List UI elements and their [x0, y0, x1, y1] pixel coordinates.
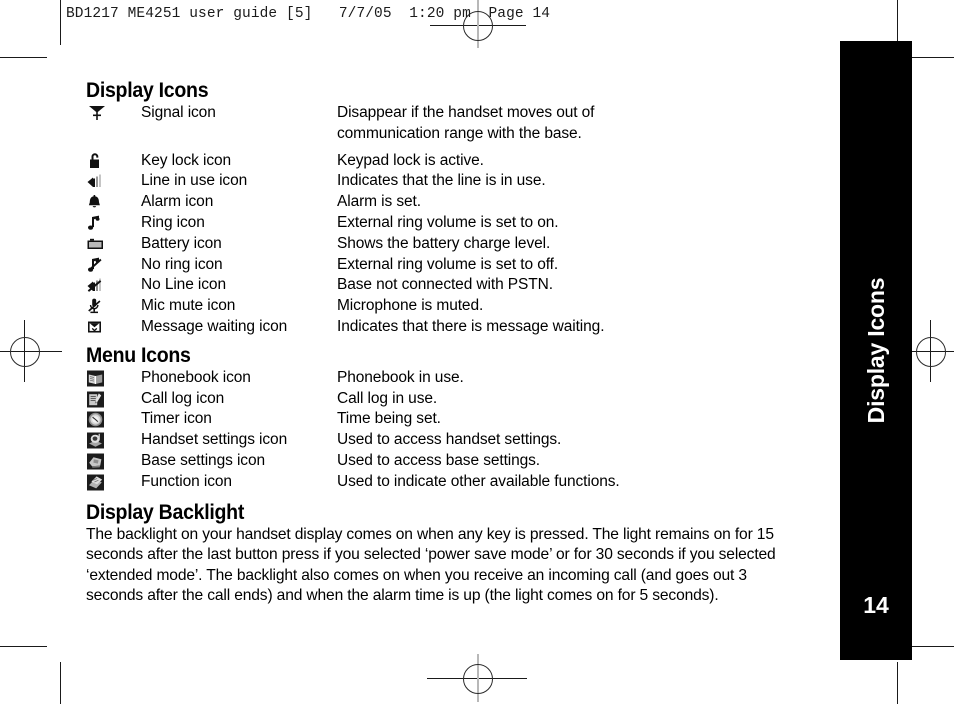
chapter-tab-title: Display Icons — [862, 277, 889, 424]
icon-name: Phonebook icon — [141, 368, 251, 386]
battery-icon — [86, 235, 112, 254]
chapter-tab: Display Icons 14 — [840, 41, 912, 660]
icon-desc: Disappear if the handset moves out of com… — [337, 104, 595, 142]
icon-desc: Indicates that the line is in use. — [337, 172, 546, 190]
crop-mark-top-right-horizontal — [905, 57, 954, 58]
icon-desc: Indicates that there is message waiting. — [337, 317, 605, 335]
ring-icon — [86, 214, 112, 233]
table-row: No ring icon External ring volume is set… — [86, 255, 816, 276]
icon-desc: External ring volume is set to off. — [337, 255, 559, 273]
mic-mute-icon — [86, 297, 112, 316]
icon-name: Function icon — [141, 472, 232, 490]
heading-display-icons: Display Icons — [86, 79, 209, 102]
icon-name: Ring icon — [141, 213, 205, 231]
registration-mark-bottom — [463, 664, 493, 694]
message-waiting-icon — [86, 318, 112, 337]
icon-desc: Call log in use. — [337, 389, 438, 407]
table-row: Base settings icon Used to access base s… — [86, 451, 816, 472]
base-settings-icon — [86, 452, 112, 471]
heading-menu-icons: Menu Icons — [86, 343, 191, 367]
call-log-icon — [86, 390, 112, 409]
crop-mark-top-left-horizontal — [0, 57, 47, 58]
registration-mark-right — [916, 337, 946, 367]
icon-name: Battery icon — [141, 234, 222, 252]
icon-desc: Used to access base settings. — [337, 451, 541, 469]
display-icons-table: Signal icon Disappear if the handset mov… — [86, 103, 816, 338]
icon-name: Line in use icon — [141, 172, 248, 190]
table-row: Call log icon Call log in use. — [86, 389, 816, 410]
table-row: Phonebook icon Phonebook in use. — [86, 368, 816, 389]
key-lock-icon — [86, 152, 112, 171]
page-content: Display Icons Signal icon Disappear if t… — [86, 80, 816, 607]
table-row: No Line icon Base not connected with PST… — [86, 275, 816, 296]
table-row: Battery icon Shows the battery charge le… — [86, 234, 816, 255]
crop-mark-bottom-right-vertical — [897, 662, 898, 704]
icon-desc: Used to access handset settings. — [337, 431, 562, 449]
manual-page: BD1217 ME4251 user guide [5] 7/7/05 1:20… — [0, 0, 954, 704]
icon-desc: Phonebook in use. — [337, 368, 464, 386]
icon-desc: Microphone is muted. — [337, 297, 484, 315]
icon-name: Mic mute icon — [141, 297, 236, 315]
backlight-body-text: The backlight on your handset display co… — [86, 525, 776, 605]
no-ring-icon — [86, 256, 112, 275]
signal-icon — [86, 104, 112, 123]
table-row: Mic mute icon Microphone is muted. — [86, 296, 816, 317]
icon-name: Call log icon — [141, 389, 225, 407]
crop-mark-top-right-vertical — [897, 0, 898, 45]
icon-desc: Used to indicate other available functio… — [337, 472, 620, 490]
table-row: Timer icon Time being set. — [86, 409, 816, 430]
icon-desc: Shows the battery charge level. — [337, 234, 551, 252]
crop-mark-bottom-left-vertical — [60, 662, 61, 704]
icon-name: Base settings icon — [141, 451, 265, 469]
icon-name: Signal icon — [141, 104, 216, 121]
icon-desc: Keypad lock is active. — [337, 151, 484, 169]
function-icon — [86, 473, 112, 492]
table-row: Line in use icon Indicates that the line… — [86, 171, 816, 192]
alarm-icon — [86, 193, 112, 212]
table-row: Signal icon Disappear if the handset mov… — [86, 103, 816, 145]
timer-icon — [86, 410, 112, 429]
icon-name: No ring icon — [141, 255, 223, 273]
table-row: Alarm icon Alarm is set. — [86, 192, 816, 213]
icon-desc: External ring volume is set to on. — [337, 213, 559, 231]
crop-mark-bottom-right-horizontal — [905, 646, 954, 647]
icon-name: Message waiting icon — [141, 317, 288, 335]
icon-name: Timer icon — [141, 410, 212, 428]
table-row: Ring icon External ring volume is set to… — [86, 213, 816, 234]
icon-desc: Base not connected with PSTN. — [337, 276, 553, 294]
no-line-icon — [86, 276, 112, 295]
crop-mark-bottom-left-horizontal — [0, 646, 47, 647]
icon-desc: Alarm is set. — [337, 193, 421, 211]
table-row: Function icon Used to indicate other ava… — [86, 472, 816, 493]
phonebook-icon — [86, 369, 112, 388]
handset-settings-icon — [86, 431, 112, 450]
heading-display-backlight: Display Backlight — [86, 500, 245, 524]
page-number: 14 — [863, 592, 889, 618]
icon-name: Key lock icon — [141, 151, 232, 169]
icon-name: Handset settings icon — [141, 431, 288, 449]
table-row: Key lock icon Keypad lock is active. — [86, 151, 816, 172]
registration-mark-left — [10, 337, 40, 367]
page-slug-line: BD1217 ME4251 user guide [5] 7/7/05 1:20… — [66, 6, 551, 22]
menu-icons-table: Phonebook icon Phonebook in use. Call lo… — [86, 368, 816, 493]
icon-name: No Line icon — [141, 276, 226, 294]
table-row: Message waiting icon Indicates that ther… — [86, 317, 816, 338]
line-in-use-icon — [86, 172, 112, 191]
table-row: Handset settings icon Used to access han… — [86, 430, 816, 451]
icon-name: Alarm icon — [141, 193, 214, 211]
icon-desc: Time being set. — [337, 410, 441, 428]
crop-mark-top-left-vertical — [60, 0, 61, 45]
